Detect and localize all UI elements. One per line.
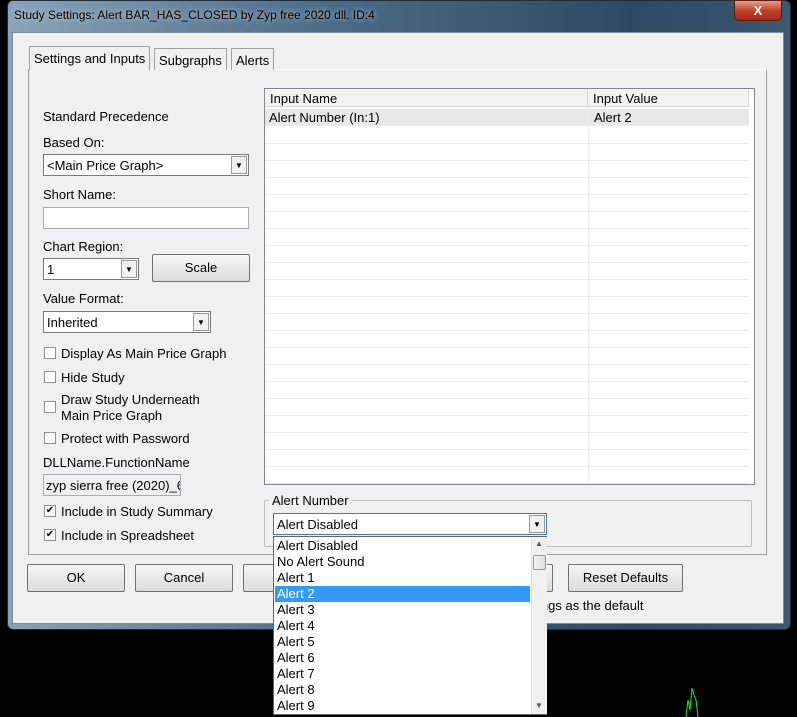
chevron-down-icon: ▼ xyxy=(231,156,247,174)
scrollbar-thumb[interactable] xyxy=(533,555,546,570)
table-row[interactable]: Alert Number (In:1) Alert 2 xyxy=(265,109,749,126)
standard-precedence-label: Standard Precedence xyxy=(43,109,169,124)
value-format-label: Value Format: xyxy=(43,291,124,306)
include-summary-label: Include in Study Summary xyxy=(61,504,213,519)
dll-input[interactable]: zyp sierra free (2020)_6 xyxy=(43,474,181,496)
include-spreadsheet-checkbox[interactable]: ✔ xyxy=(44,529,56,541)
option-alert-2[interactable]: Alert 2 xyxy=(275,586,530,602)
short-name-label: Short Name: xyxy=(43,187,116,202)
value-format-value: Inherited xyxy=(47,315,98,330)
alert-number-group-label: Alert Number xyxy=(269,493,352,508)
option-alert-4[interactable]: Alert 4 xyxy=(275,618,530,634)
chevron-down-icon: ▼ xyxy=(193,313,209,331)
based-on-select[interactable]: <Main Price Graph> ▼ xyxy=(43,154,249,176)
protect-password-checkbox[interactable] xyxy=(44,432,56,444)
protect-password-label: Protect with Password xyxy=(61,431,190,446)
draw-underneath-label: Draw Study Underneath Main Price Graph xyxy=(61,392,200,423)
reset-defaults-button[interactable]: Reset Defaults xyxy=(568,564,683,592)
alert-number-dropdown-list: Alert Disabled No Alert Sound Alert 1 Al… xyxy=(273,536,547,715)
dll-label: DLLName.FunctionName xyxy=(43,455,190,470)
display-as-main-label: Display As Main Price Graph xyxy=(61,346,227,361)
tab-alerts[interactable]: Alerts xyxy=(231,48,275,70)
chart-region-value: 1 xyxy=(47,262,55,277)
display-as-main-checkbox[interactable] xyxy=(44,347,56,359)
value-format-select[interactable]: Inherited ▼ xyxy=(43,311,211,333)
tab-settings-and-inputs[interactable]: Settings and Inputs xyxy=(29,46,151,71)
empty-rows xyxy=(265,127,749,484)
column-header-input-value[interactable]: Input Value xyxy=(588,89,749,107)
option-alert-9[interactable]: Alert 9 xyxy=(275,698,530,714)
option-no-alert-sound[interactable]: No Alert Sound xyxy=(275,554,530,570)
tab-subgraphs[interactable]: Subgraphs xyxy=(154,48,227,70)
option-alert-3[interactable]: Alert 3 xyxy=(275,602,530,618)
option-alert-6[interactable]: Alert 6 xyxy=(275,650,530,666)
include-spreadsheet-label: Include in Spreadsheet xyxy=(61,528,194,543)
based-on-value: <Main Price Graph> xyxy=(47,158,164,173)
chart-line xyxy=(685,687,699,717)
option-alert-8[interactable]: Alert 8 xyxy=(275,682,530,698)
close-button[interactable]: X xyxy=(734,0,782,21)
column-divider xyxy=(588,107,589,484)
alert-number-value: Alert Disabled xyxy=(277,517,358,532)
ok-button[interactable]: OK xyxy=(27,564,125,592)
dropdown-scrollbar[interactable]: ▲ ▼ xyxy=(531,537,547,714)
alert-number-select[interactable]: Alert Disabled ▼ xyxy=(273,513,547,535)
hide-study-checkbox[interactable] xyxy=(44,371,56,383)
input-value-cell: Alert 2 xyxy=(594,110,632,125)
cancel-button[interactable]: Cancel xyxy=(135,564,233,592)
chart-region-select[interactable]: 1 ▼ xyxy=(43,258,139,280)
option-alert-5[interactable]: Alert 5 xyxy=(275,634,530,650)
chevron-down-icon: ▼ xyxy=(121,260,137,278)
short-name-input[interactable] xyxy=(43,207,249,229)
scroll-down-icon[interactable]: ▼ xyxy=(535,701,543,710)
column-header-input-name[interactable]: Input Name xyxy=(265,89,588,107)
draw-underneath-checkbox[interactable] xyxy=(44,401,56,413)
option-alert-disabled[interactable]: Alert Disabled xyxy=(275,538,530,554)
input-name-cell: Alert Number (In:1) xyxy=(269,110,380,125)
save-as-default-text: ings as the default xyxy=(538,598,644,613)
based-on-label: Based On: xyxy=(43,135,105,150)
scroll-up-icon[interactable]: ▲ xyxy=(535,539,543,548)
hide-study-label: Hide Study xyxy=(61,370,125,385)
chart-region-label: Chart Region: xyxy=(43,239,124,254)
include-summary-checkbox[interactable]: ✔ xyxy=(44,505,56,517)
chevron-down-icon: ▼ xyxy=(529,515,545,533)
scale-button[interactable]: Scale xyxy=(152,254,250,282)
option-alert-1[interactable]: Alert 1 xyxy=(275,570,530,586)
inputs-table: Input Name Input Value Alert Number (In:… xyxy=(264,88,755,485)
window-title: Study Settings: Alert BAR_HAS_CLOSED by … xyxy=(14,8,375,22)
option-alert-7[interactable]: Alert 7 xyxy=(275,666,530,682)
